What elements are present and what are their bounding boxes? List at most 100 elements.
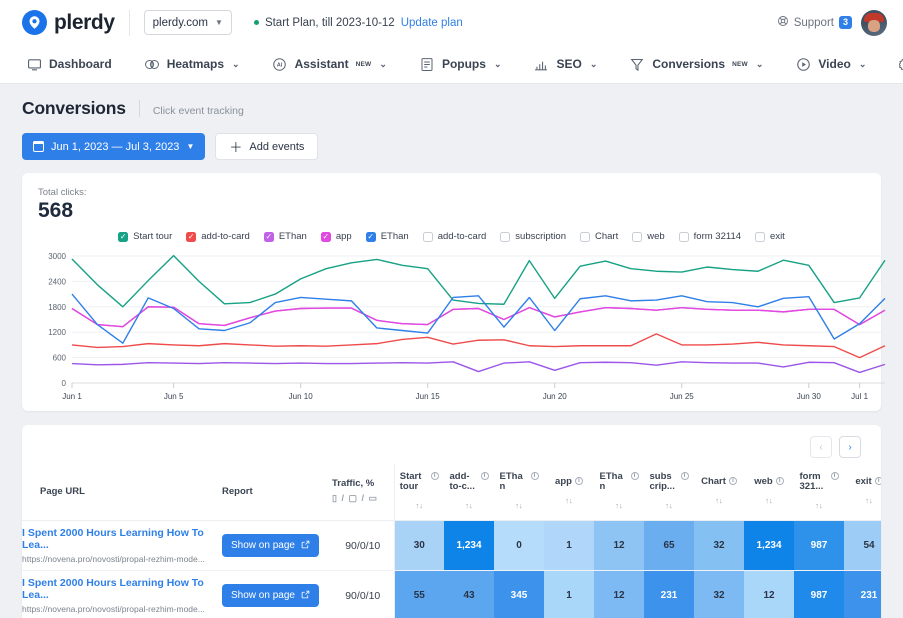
page-title-link[interactable]: I Spent 2000 Hours Learning How To Lea..… [22,577,222,601]
nav-item-popups[interactable]: Popups ⌄ [419,56,518,72]
cell-metric-0[interactable]: 55 [394,571,444,618]
info-icon[interactable]: i [481,472,489,480]
avatar[interactable] [861,10,887,36]
cell-metric-2[interactable]: 345 [494,571,544,618]
column-header-metric-7[interactable]: webi↑↓ [744,464,794,521]
info-icon[interactable]: i [729,477,737,485]
conversions-line-chart[interactable]: 06001200180024003000Jun 1Jun 5Jun 10Jun … [38,250,865,405]
sort-icon[interactable]: ↑↓ [515,501,523,510]
checkbox-checked-icon[interactable]: ✓ [118,232,128,242]
cell-metric-9[interactable]: 231 [844,571,881,618]
checkbox-empty-icon[interactable] [755,232,765,242]
info-icon[interactable]: i [575,477,583,485]
info-icon[interactable]: i [681,472,689,480]
cell-metric-0[interactable]: 30 [394,521,444,571]
brand-logo[interactable]: plerdy [22,10,115,35]
cell-metric-6[interactable]: 32 [694,521,744,571]
column-header-metric-8[interactable]: form 321...i↑↓ [794,464,844,521]
cell-metric-8[interactable]: 987 [794,571,844,618]
nav-item-conversions[interactable]: Conversions NEW ⌄ [629,56,779,72]
cell-metric-8[interactable]: 987 [794,521,844,571]
cell-metric-3[interactable]: 1 [544,521,594,571]
cell-metric-3[interactable]: 1 [544,571,594,618]
info-icon[interactable]: i [776,477,784,485]
sort-icon[interactable]: ↑↓ [865,496,873,505]
cell-metric-9[interactable]: 54 [844,521,881,571]
column-header-metric-9[interactable]: exiti↑↓ [844,464,881,521]
cell-metric-6[interactable]: 32 [694,571,744,618]
nav-item-settings[interactable]: Settings ⌄ [898,56,903,72]
column-header-metric-2[interactable]: ETha ni↑↓ [494,464,544,521]
info-icon[interactable]: i [531,472,539,480]
svg-text:AI: AI [277,62,283,68]
show-on-page-label: Show on page [231,590,295,601]
column-header-metric-5[interactable]: subs crip...i↑↓ [644,464,694,521]
checkbox-checked-icon[interactable]: ✓ [321,232,331,242]
legend-item-ethan[interactable]: ✓EThan [366,231,409,242]
nav-item-assistant[interactable]: AI Assistant NEW ⌄ [272,56,403,72]
column-header-metric-0[interactable]: Start touri↑↓ [394,464,444,521]
column-label: Traffic, % [332,478,394,489]
table-row[interactable]: I Spent 2000 Hours Learning How To Lea..… [22,571,881,618]
pagination-next-button[interactable]: › [839,436,861,458]
checkbox-checked-icon[interactable]: ✓ [186,232,196,242]
legend-item-ethan[interactable]: ✓EThan [264,231,307,242]
nav-item-heatmaps[interactable]: Heatmaps ⌄ [144,56,256,72]
checkbox-checked-icon[interactable]: ✓ [264,232,274,242]
sort-icon[interactable]: ↑↓ [416,501,424,510]
sort-icon[interactable]: ↑↓ [815,501,823,510]
checkbox-empty-icon[interactable] [679,232,689,242]
nav-item-seo[interactable]: SEO ⌄ [533,56,613,72]
date-range-button[interactable]: Jun 1, 2023 — Jul 3, 2023 ▼ [22,133,205,160]
cell-metric-7[interactable]: 1,234 [744,521,794,571]
page-title-link[interactable]: I Spent 2000 Hours Learning How To Lea..… [22,527,222,551]
info-icon[interactable]: i [431,472,439,480]
checkbox-empty-icon[interactable] [423,232,433,242]
pagination-prev-button[interactable]: ‹ [810,436,832,458]
legend-item-add-to-card[interactable]: add-to-card [423,231,487,242]
legend-item-form-32114[interactable]: form 32114 [679,231,741,242]
checkbox-checked-icon[interactable]: ✓ [366,232,376,242]
column-header-metric-1[interactable]: add-to-c...i↑↓ [444,464,494,521]
show-on-page-button[interactable]: Show on page [222,584,319,607]
legend-item-subscription[interactable]: subscription [500,231,566,242]
sort-icon[interactable]: ↑↓ [615,501,623,510]
sort-icon[interactable]: ↑↓ [665,501,673,510]
legend-item-app[interactable]: ✓app [321,231,352,242]
table-row[interactable]: I Spent 2000 Hours Learning How To Lea..… [22,521,881,571]
checkbox-empty-icon[interactable] [580,232,590,242]
info-icon[interactable]: i [831,472,839,480]
sort-icon[interactable]: ↑↓ [715,496,723,505]
cell-metric-1[interactable]: 43 [444,571,494,618]
sort-icon[interactable]: ↑↓ [565,496,573,505]
nav-item-video[interactable]: Video ⌄ [795,56,882,72]
support-button[interactable]: Support 3 [777,15,852,30]
sort-icon[interactable]: ↑↓ [465,501,473,510]
add-events-button[interactable]: ＋ Add events [215,133,318,160]
info-icon[interactable]: i [631,472,639,480]
cell-metric-4[interactable]: 12 [594,521,644,571]
show-on-page-button[interactable]: Show on page [222,534,319,557]
column-header-metric-4[interactable]: ETha ni↑↓ [594,464,644,521]
legend-item-exit[interactable]: exit [755,231,785,242]
cell-metric-5[interactable]: 65 [644,521,694,571]
legend-item-chart[interactable]: Chart [580,231,618,242]
cell-metric-5[interactable]: 231 [644,571,694,618]
update-plan-link[interactable]: Update plan [401,17,463,29]
sort-icon[interactable]: ↑↓ [765,496,773,505]
cell-metric-4[interactable]: 12 [594,571,644,618]
checkbox-empty-icon[interactable] [500,232,510,242]
column-header-metric-6[interactable]: Charti↑↓ [694,464,744,521]
cell-metric-7[interactable]: 12 [744,571,794,618]
legend-item-web[interactable]: web [632,231,664,242]
info-icon[interactable]: i [875,477,881,485]
cell-metric-1[interactable]: 1,234 [444,521,494,571]
legend-item-start-tour[interactable]: ✓Start tour [118,231,172,242]
site-selector[interactable]: plerdy.com ▼ [144,10,232,35]
nav-item-dashboard[interactable]: Dashboard [26,56,128,72]
cell-metric-2[interactable]: 0 [494,521,544,571]
checkbox-empty-icon[interactable] [632,232,642,242]
legend-label: exit [770,231,785,242]
column-header-metric-3[interactable]: appi↑↓ [544,464,594,521]
legend-item-add-to-card[interactable]: ✓add-to-card [186,231,250,242]
